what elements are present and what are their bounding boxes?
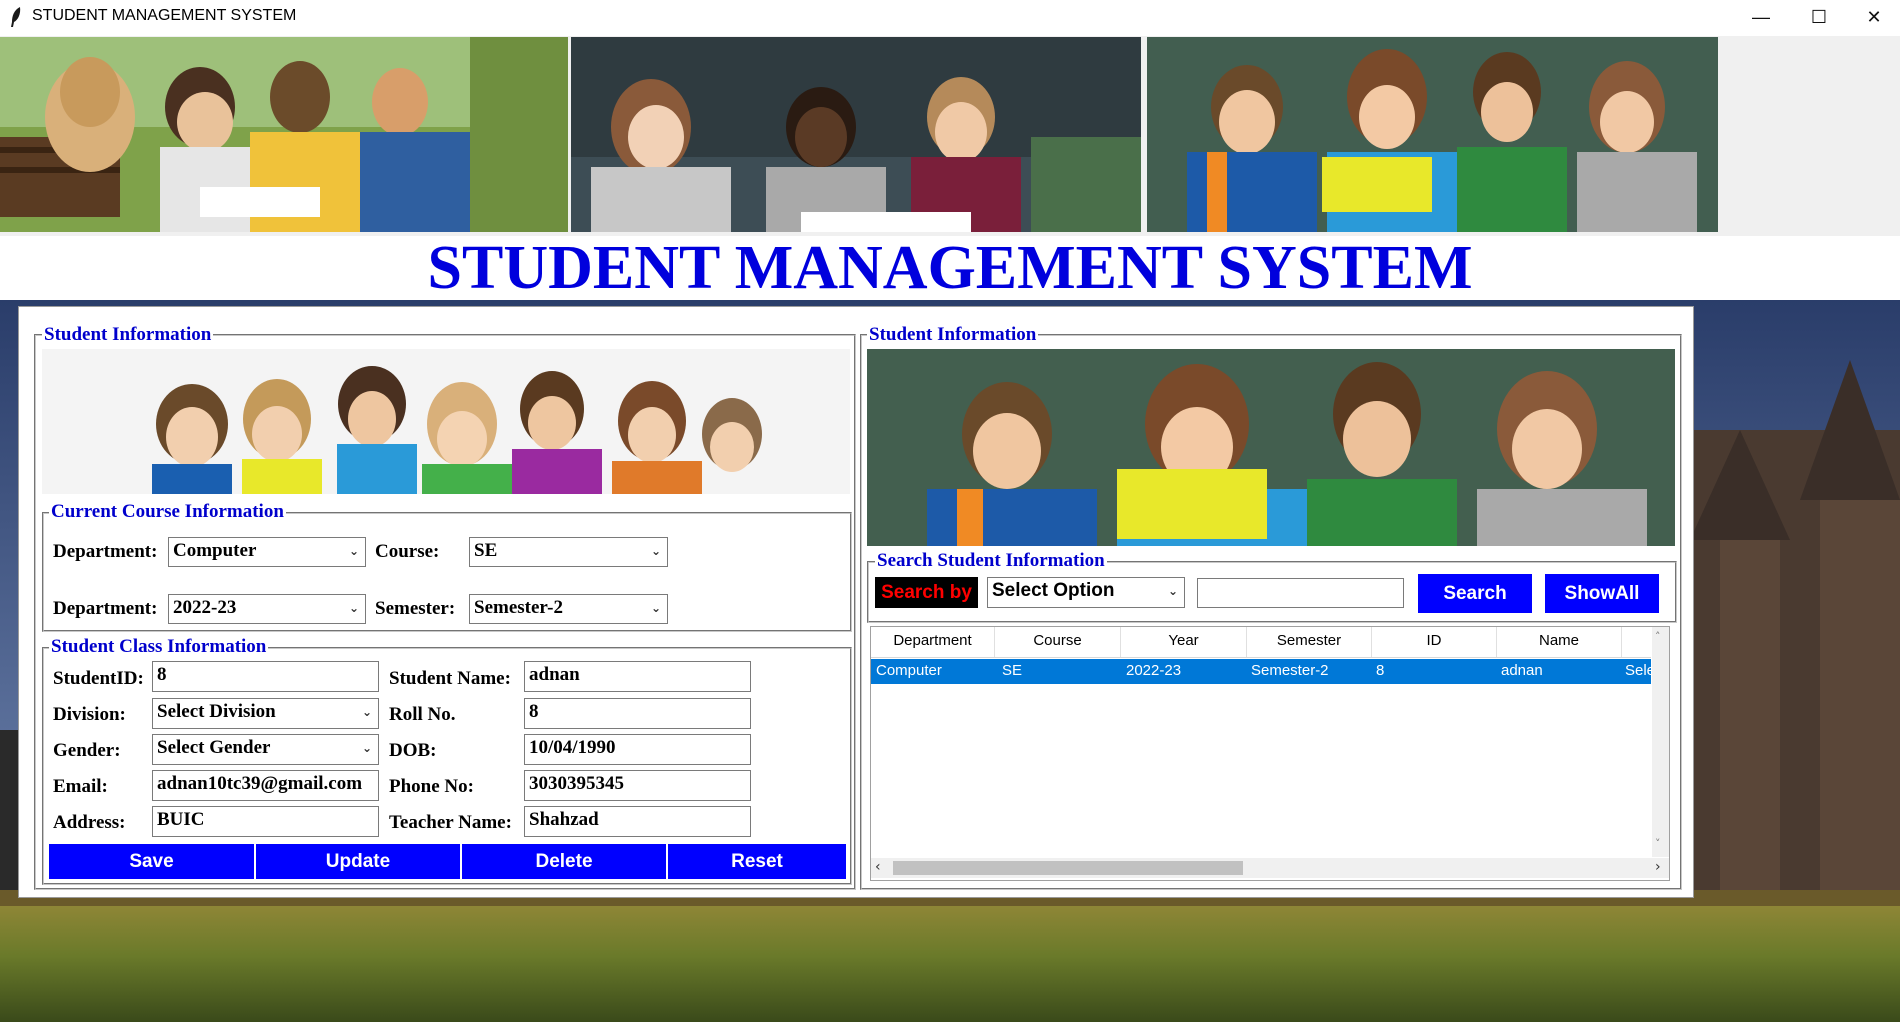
address-label: Address: xyxy=(53,812,126,833)
student-info-label: Student Information xyxy=(42,324,214,346)
student-name-input[interactable]: adnan xyxy=(524,661,751,692)
column-header[interactable]: Semester xyxy=(1247,627,1372,657)
column-header[interactable]: ID xyxy=(1372,627,1497,657)
phone-input[interactable]: 3030395345 xyxy=(524,770,751,801)
table-cell: Sele xyxy=(1625,662,1656,679)
search-info-label: Search Student Information xyxy=(875,550,1107,572)
roll-input[interactable]: 8 xyxy=(524,698,751,729)
search-by-label: Search by xyxy=(875,577,978,608)
update-button[interactable]: Update xyxy=(256,844,460,879)
division-label: Division: xyxy=(53,704,126,725)
studentid-label: StudentID: xyxy=(53,668,144,689)
search-option-select[interactable]: Select Option ⌄ xyxy=(987,577,1185,608)
address-input[interactable]: BUIC xyxy=(152,806,379,837)
right-students-photo xyxy=(867,349,1675,546)
gender-value: Select Gender xyxy=(157,737,271,758)
vertical-scrollbar[interactable]: ˄ ˅ xyxy=(1652,627,1669,857)
year-value: 2022-23 xyxy=(173,597,237,618)
students-park-photo xyxy=(0,37,568,232)
email-input[interactable]: adnan10tc39@gmail.com xyxy=(152,770,379,801)
scroll-left-icon[interactable]: ‹ xyxy=(875,859,881,875)
table-cell: 2022-23 xyxy=(1126,662,1182,679)
column-header[interactable]: Department xyxy=(871,627,995,657)
close-button[interactable]: ✕ xyxy=(1846,0,1900,34)
column-header[interactable]: Course xyxy=(995,627,1121,657)
chevron-down-icon: ⌄ xyxy=(361,741,372,755)
chevron-down-icon: ⌄ xyxy=(348,544,359,558)
semester-value: Semester-2 xyxy=(474,597,563,618)
window-title: STUDENT MANAGEMENT SYSTEM xyxy=(32,7,297,24)
minimize-button[interactable]: — xyxy=(1733,0,1789,34)
search-button[interactable]: Search xyxy=(1418,574,1532,613)
department-value: Computer xyxy=(173,540,257,561)
chevron-down-icon: ⌄ xyxy=(650,544,661,558)
reset-button[interactable]: Reset xyxy=(668,844,846,879)
division-select[interactable]: Select Division ⌄ xyxy=(152,698,379,729)
save-button[interactable]: Save xyxy=(49,844,254,879)
column-header[interactable]: Name xyxy=(1497,627,1622,657)
chevron-down-icon: ⌄ xyxy=(361,705,372,719)
table-row[interactable]: Computer SE 2022-23 Semester-2 8 adnan S… xyxy=(871,659,1655,684)
horizontal-scroll-thumb[interactable] xyxy=(893,861,1243,875)
maximize-button[interactable]: ☐ xyxy=(1791,0,1847,34)
feather-icon xyxy=(11,7,21,27)
teacher-input[interactable]: Shahzad xyxy=(524,806,751,837)
dob-input[interactable]: 10/04/1990 xyxy=(524,734,751,765)
students-classroom-photo xyxy=(571,37,1141,232)
course-label: Course: xyxy=(375,541,440,562)
chevron-down-icon: ⌄ xyxy=(1167,584,1178,598)
search-input[interactable] xyxy=(1197,578,1404,608)
year-select[interactable]: 2022-23 ⌄ xyxy=(168,594,366,624)
student-name-label: Student Name: xyxy=(389,668,511,689)
studentid-input[interactable]: 8 xyxy=(152,661,379,692)
department-label: Department: xyxy=(53,541,158,562)
table-cell: Semester-2 xyxy=(1251,662,1329,679)
table-cell: adnan xyxy=(1501,662,1543,679)
gender-label: Gender: xyxy=(53,740,121,761)
year-label: Department: xyxy=(53,598,158,619)
search-option-value: Select Option xyxy=(992,580,1115,601)
page-heading: STUDENT MANAGEMENT SYSTEM xyxy=(427,234,1473,302)
department-select[interactable]: Computer ⌄ xyxy=(168,537,366,567)
email-label: Email: xyxy=(53,776,108,797)
scroll-right-icon[interactable]: › xyxy=(1655,859,1661,875)
table-cell: SE xyxy=(1002,662,1023,679)
table-header: Department Course Year Semester ID Name xyxy=(871,627,1651,658)
course-select[interactable]: SE ⌄ xyxy=(469,537,668,567)
semester-select[interactable]: Semester-2 ⌄ xyxy=(469,594,668,624)
showall-button[interactable]: ShowAll xyxy=(1545,574,1659,613)
delete-button[interactable]: Delete xyxy=(462,844,666,879)
teacher-label: Teacher Name: xyxy=(389,812,512,833)
table-cell: 8 xyxy=(1376,662,1385,679)
scroll-down-icon[interactable]: ˅ xyxy=(1655,837,1661,850)
heading-bar: STUDENT MANAGEMENT SYSTEM xyxy=(0,236,1900,300)
column-header[interactable]: Year xyxy=(1121,627,1247,657)
scroll-up-icon[interactable]: ˄ xyxy=(1655,630,1661,643)
students-hero-photo xyxy=(42,349,850,494)
roll-label: Roll No. xyxy=(389,704,456,725)
phone-label: Phone No: xyxy=(389,776,474,797)
window-titlebar: STUDENT MANAGEMENT SYSTEM — ☐ ✕ xyxy=(0,0,1900,34)
chevron-down-icon: ⌄ xyxy=(650,601,661,615)
right-student-info-label: Student Information xyxy=(867,324,1039,346)
gender-select[interactable]: Select Gender ⌄ xyxy=(152,734,379,765)
horizontal-scrollbar[interactable]: ‹ › xyxy=(871,858,1669,878)
dob-label: DOB: xyxy=(389,740,437,761)
class-info-label: Student Class Information xyxy=(49,636,269,658)
division-value: Select Division xyxy=(157,701,276,722)
students-group-photo xyxy=(1147,37,1718,232)
course-value: SE xyxy=(474,540,498,561)
chevron-down-icon: ⌄ xyxy=(348,601,359,615)
semester-label: Semester: xyxy=(375,598,456,619)
course-info-label: Current Course Information xyxy=(49,501,286,523)
table-cell: Computer xyxy=(876,662,942,679)
